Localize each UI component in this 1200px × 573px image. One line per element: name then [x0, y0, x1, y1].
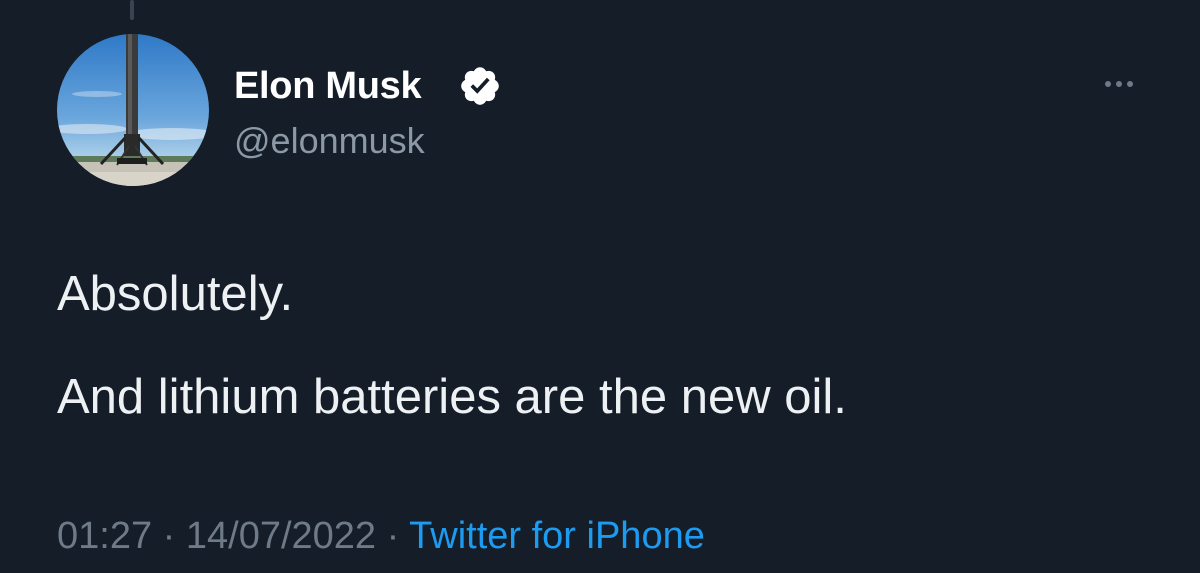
more-dot [1127, 81, 1133, 87]
more-options-icon[interactable] [1094, 72, 1144, 96]
tweet-metadata: 01:27 · 14/07/2022 · Twitter for iPhone [57, 513, 705, 559]
more-dot [1116, 81, 1122, 87]
avatar-image [57, 34, 209, 186]
tweet-time[interactable]: 01:27 [57, 515, 152, 557]
thread-connector-line [130, 0, 134, 20]
meta-separator: · [386, 515, 400, 557]
tweet-text-line: Absolutely. [57, 267, 294, 321]
meta-separator: · [162, 515, 176, 557]
more-dot [1105, 81, 1111, 87]
verified-badge-icon [461, 67, 499, 105]
tweet-date[interactable]: 14/07/2022 [186, 515, 376, 557]
avatar[interactable] [57, 34, 209, 186]
author-handle[interactable]: @elonmusk [234, 120, 425, 162]
tweet-text-line: And lithium batteries are the new oil. [57, 370, 847, 424]
author-display-name[interactable]: Elon Musk [234, 64, 422, 108]
tweet-source-link[interactable]: Twitter for iPhone [409, 515, 705, 557]
